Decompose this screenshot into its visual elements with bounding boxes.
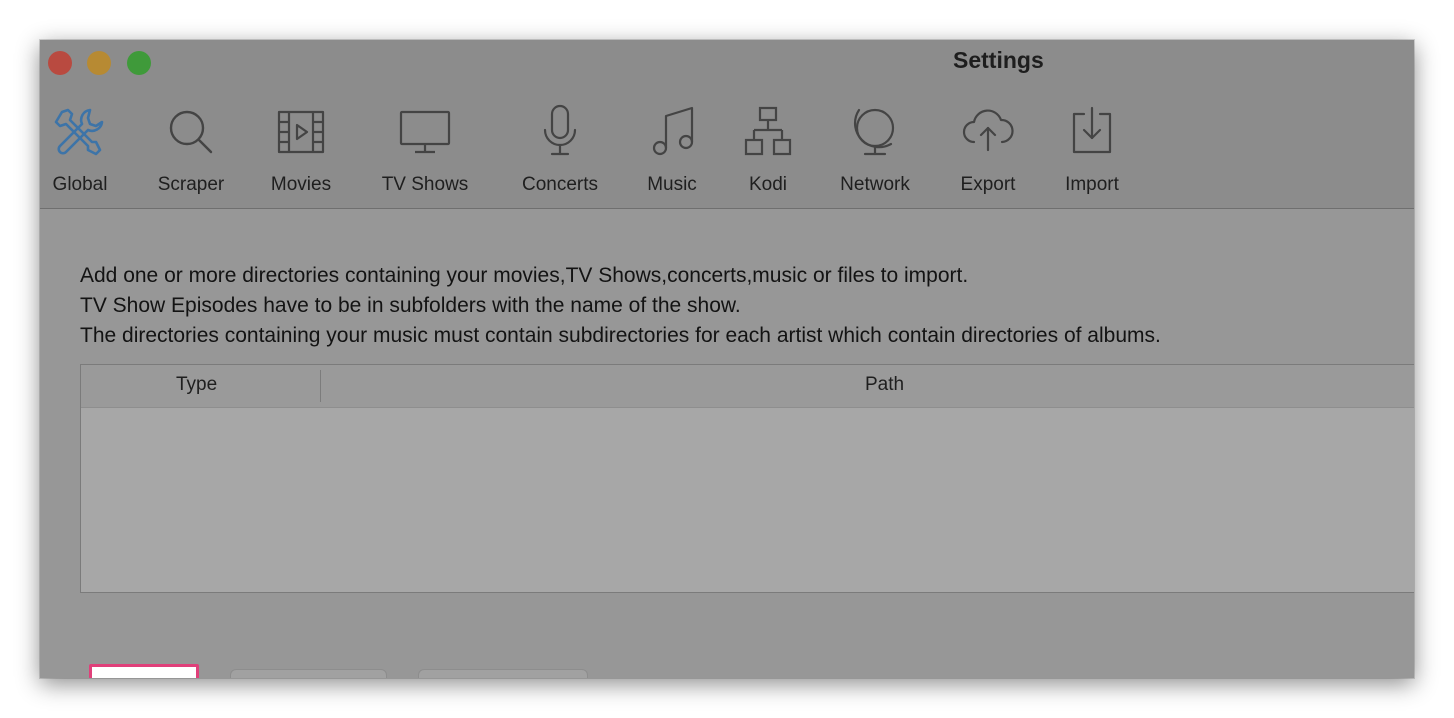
intro-line: The directories containing your music mu… [80, 324, 1161, 347]
minimize-window-button[interactable] [87, 51, 111, 75]
film-icon [271, 102, 331, 162]
tab-label: Concerts [521, 174, 599, 195]
network-boxes-icon [738, 102, 798, 162]
tab-label: Kodi [748, 174, 788, 195]
tab-label: Export [960, 174, 1016, 195]
tab-label: Import [1065, 174, 1119, 195]
tab-music[interactable]: Music [637, 88, 707, 208]
tab-kodi[interactable]: Kodi [738, 88, 798, 208]
window-title: Settings [953, 47, 1044, 73]
tab-label: TV Shows [381, 174, 469, 195]
directories-table[interactable]: Type Path [80, 364, 1414, 593]
tab-label: Global [52, 174, 108, 195]
settings-content: Add one or more directories containing y… [40, 209, 1414, 678]
music-note-icon [642, 102, 702, 162]
tab-label: Movies [270, 174, 332, 195]
microphone-icon [530, 102, 590, 162]
tab-import[interactable]: Import [1054, 88, 1130, 208]
wrench-screwdriver-icon [50, 102, 110, 162]
remove-button[interactable]: Remove [230, 669, 387, 678]
tab-global[interactable]: Global [40, 88, 120, 208]
tab-tv-shows[interactable]: TV Shows [372, 88, 478, 208]
intro-line: TV Show Episodes have to be in subfolder… [80, 294, 741, 317]
tab-concerts[interactable]: Concerts [508, 88, 612, 208]
add-button[interactable]: Add [89, 664, 199, 678]
table-header: Type Path [81, 365, 1414, 408]
tab-export[interactable]: Export [950, 88, 1026, 208]
magnifier-icon [161, 102, 221, 162]
globe-icon [845, 102, 905, 162]
organize-button[interactable]: Organize [418, 669, 588, 678]
column-header-path[interactable]: Path [865, 374, 904, 396]
column-header-type[interactable]: Type [176, 374, 217, 396]
tab-label: Network [840, 174, 910, 195]
tab-label: Scraper [157, 174, 225, 195]
settings-window: Settings Global Scraper Movies TV Shows … [40, 40, 1414, 678]
monitor-icon [395, 102, 455, 162]
title-bar: Settings [40, 40, 1414, 88]
tab-label: Music [647, 174, 697, 195]
zoom-window-button[interactable] [127, 51, 151, 75]
intro-text: Add one or more directories containing y… [80, 261, 1161, 351]
settings-toolbar: Global Scraper Movies TV Shows Concerts … [40, 88, 1414, 209]
column-divider[interactable] [320, 370, 321, 402]
tab-movies[interactable]: Movies [260, 88, 342, 208]
cloud-upload-icon [958, 102, 1018, 162]
close-window-button[interactable] [48, 51, 72, 75]
tab-network[interactable]: Network [828, 88, 922, 208]
import-tray-icon [1062, 102, 1122, 162]
tab-scraper[interactable]: Scraper [143, 88, 239, 208]
intro-line: Add one or more directories containing y… [80, 264, 969, 287]
